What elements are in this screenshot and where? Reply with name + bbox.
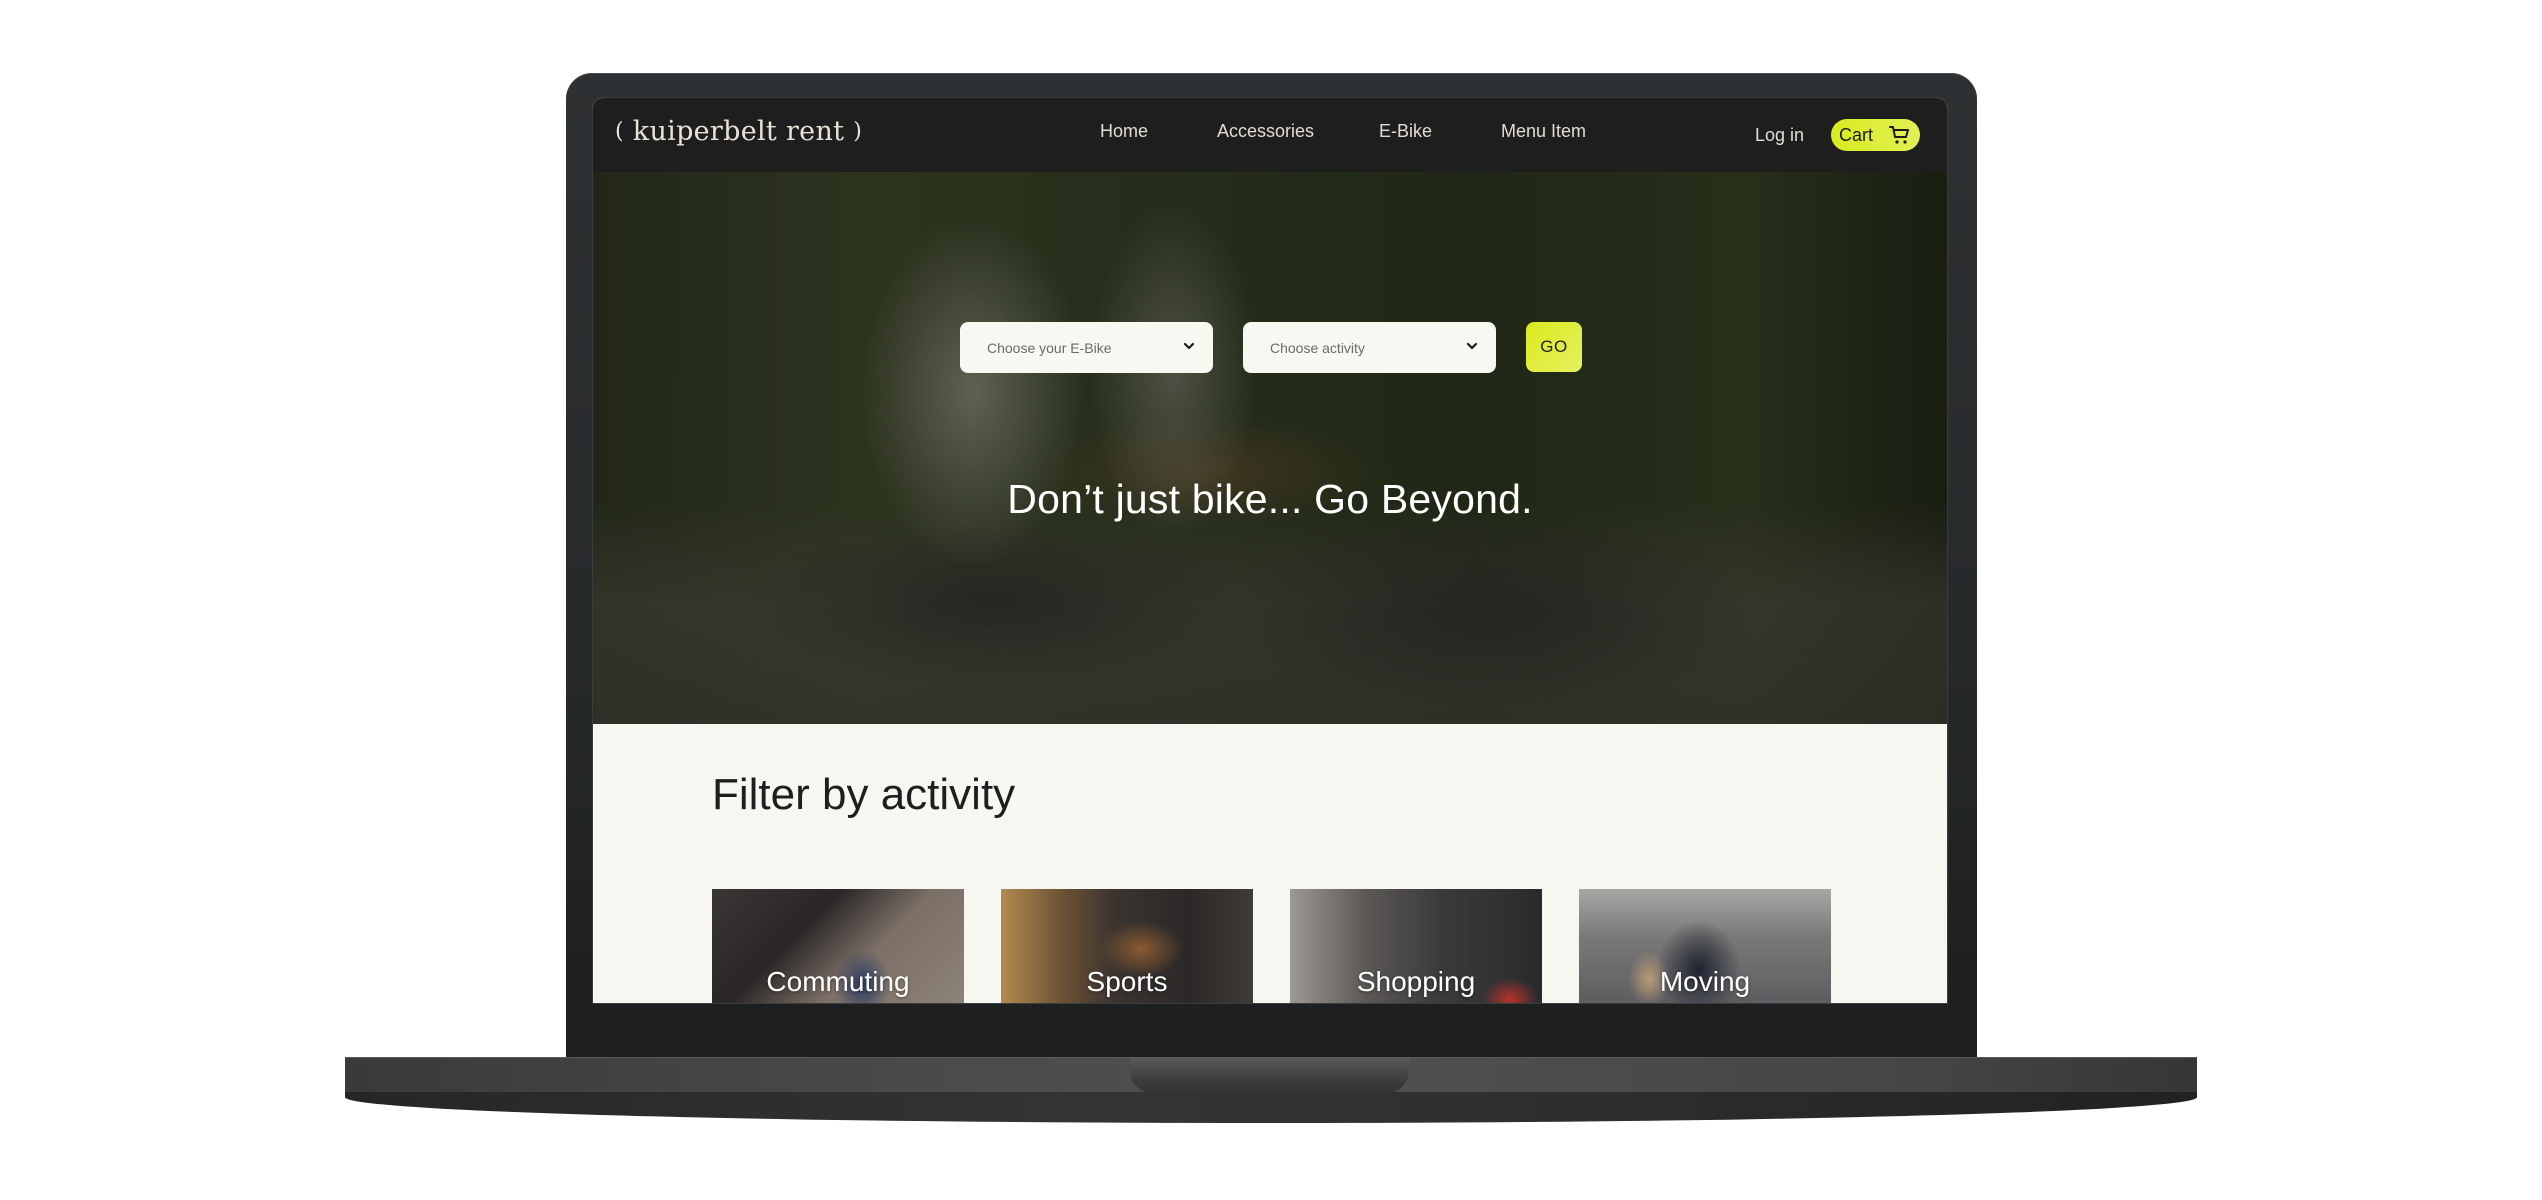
activity-card-label: Commuting [766,966,910,997]
nav-accessories[interactable]: Accessories [1217,121,1314,142]
laptop-hinge-notch [1130,1058,1409,1093]
shopping-cart-icon [1889,126,1909,144]
laptop-base [345,1057,2197,1123]
activity-card-sports[interactable]: Sports [1001,889,1253,1003]
laptop-base-bottom [345,1092,2197,1123]
activity-select-placeholder: Choose activity [1270,339,1365,356]
go-button[interactable]: GO [1526,322,1582,372]
activity-select[interactable]: Choose activity [1243,322,1496,373]
logo-text: kuiperbelt rent [632,116,845,147]
ebike-select[interactable]: Choose your E-Bike [960,322,1213,373]
chevron-down-icon [1183,342,1195,350]
browser-viewport: ( kuiperbelt rent ) Home Accessories E-B… [593,98,1947,1003]
hero-banner: Choose your E-Bike Choose activity GO Do… [593,172,1947,724]
section-title: Filter by activity [712,770,1016,819]
nav-e-bike[interactable]: E-Bike [1379,121,1432,142]
login-link[interactable]: Log in [1755,125,1804,146]
hero-headline: Don’t just bike... Go Beyond. [1007,476,1533,522]
activity-card-commuting[interactable]: Commuting [712,889,964,1003]
activity-card-label: Moving [1659,966,1751,997]
ebike-select-placeholder: Choose your E-Bike [987,339,1112,356]
cart-label: Cart [1839,124,1874,145]
activity-card-label: Shopping [1356,966,1476,997]
activity-card-label: Sports [1086,966,1168,997]
hero-content: Choose your E-Bike Choose activity GO Do… [593,172,1947,724]
logo-close-paren: ) [853,119,863,144]
logo[interactable]: ( kuiperbelt rent ) [615,116,862,147]
cart-button[interactable]: Cart [1831,119,1920,151]
activity-card-moving[interactable]: Moving [1579,889,1831,1003]
activity-card-shopping[interactable]: Shopping [1290,889,1542,1003]
nav-menu-item[interactable]: Menu Item [1501,121,1586,142]
nav-home[interactable]: Home [1100,121,1148,142]
chevron-down-icon [1466,342,1478,350]
site-header: ( kuiperbelt rent ) Home Accessories E-B… [593,98,1947,172]
logo-open-paren: ( [615,119,624,144]
